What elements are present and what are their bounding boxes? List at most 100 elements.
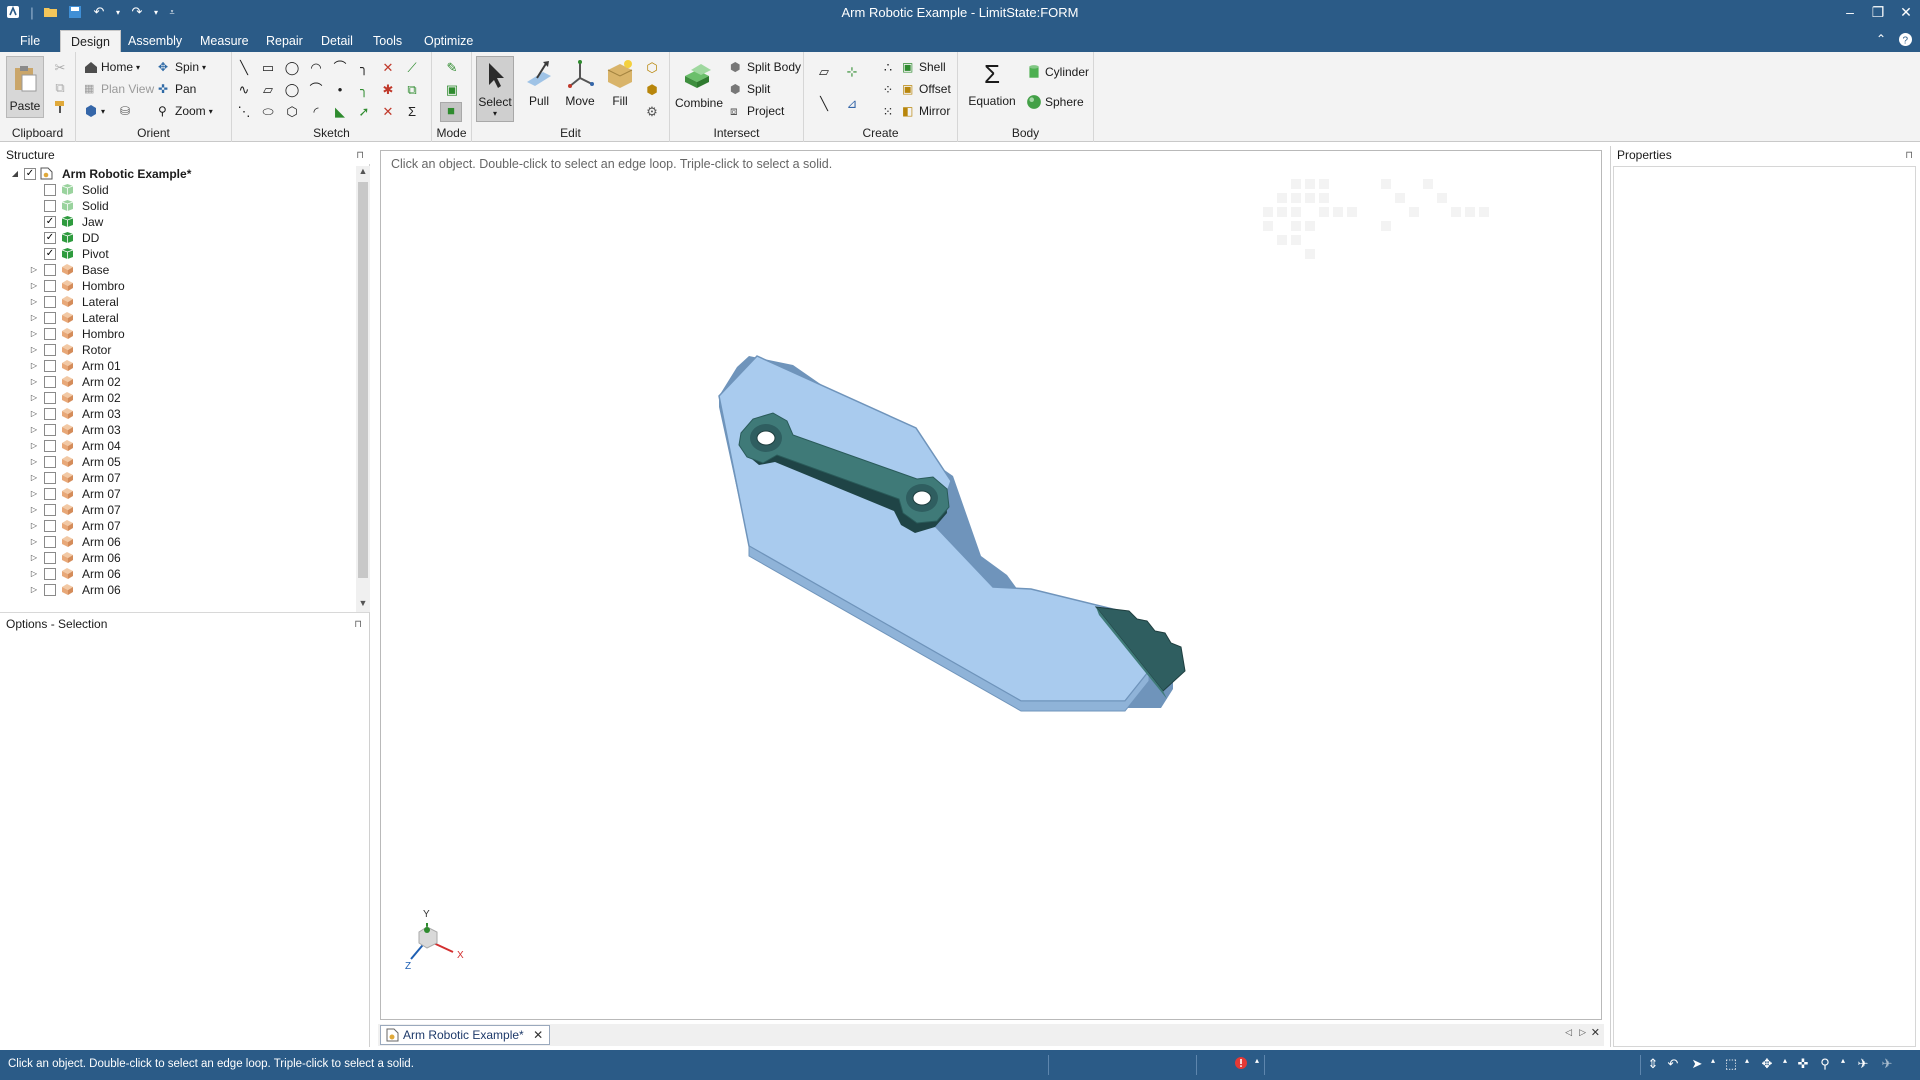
component-row[interactable]: ▷ Arm 02 (0, 374, 354, 390)
split-button[interactable]: ⬢ Split (730, 82, 770, 96)
visibility-checkbox[interactable] (44, 184, 56, 196)
three-point-arc-icon[interactable]: ◜ (308, 104, 324, 120)
split-body-button[interactable]: ⬢ Split Body (730, 60, 801, 74)
component-row[interactable]: ▷ Arm 06 (0, 566, 354, 582)
measure-alt-icon[interactable]: ✈ (1878, 1056, 1896, 1074)
expand-arrow-icon[interactable]: ▷ (29, 406, 39, 422)
component-row[interactable]: ▷ Base (0, 262, 354, 278)
visibility-checkbox[interactable] (44, 456, 56, 468)
component-row[interactable]: ▷ Hombro (0, 278, 354, 294)
move-sketch-icon[interactable]: ⧉ (404, 82, 420, 98)
fill-button[interactable]: Fill (602, 58, 638, 108)
visibility-checkbox[interactable] (44, 312, 56, 324)
blend-icon[interactable]: ⬡ (644, 60, 660, 76)
expand-arrow-icon[interactable]: ▷ (29, 566, 39, 582)
paste-button[interactable]: Paste (6, 56, 44, 118)
offset-curve-icon[interactable]: ╮ (356, 82, 372, 98)
visibility-checkbox[interactable] (44, 392, 56, 404)
component-row[interactable]: ▷ Arm 06 (0, 534, 354, 550)
expand-arrow-icon[interactable]: ▷ (29, 470, 39, 486)
expand-arrow-icon[interactable]: ▷ (29, 454, 39, 470)
help-icon[interactable]: ? (1898, 32, 1913, 50)
restore-button[interactable]: ❐ (1864, 0, 1892, 24)
expand-arrow-icon[interactable]: ▷ (29, 342, 39, 358)
tab-measure[interactable]: Measure (190, 30, 259, 52)
status-zoom-icon[interactable]: ⚲ (1816, 1056, 1834, 1074)
document-tab[interactable]: Arm Robotic Example* ✕ (380, 1025, 551, 1045)
minimize-button[interactable]: – (1836, 0, 1864, 24)
visibility-checkbox[interactable]: ✓ (44, 232, 56, 244)
structure-scrollbar[interactable]: ▲ ▼ (356, 166, 370, 612)
visibility-checkbox[interactable] (44, 376, 56, 388)
tangent-arc-tool-icon[interactable]: ⌒ (332, 60, 348, 76)
pin-icon[interactable]: ⊓ (356, 147, 364, 165)
body-row[interactable]: Solid (0, 198, 354, 214)
component-row[interactable]: ▷ Arm 07 (0, 502, 354, 518)
tab-repair[interactable]: Repair (256, 30, 313, 52)
component-row[interactable]: ▷ Arm 06 (0, 550, 354, 566)
body-row[interactable]: Solid (0, 182, 354, 198)
component-row[interactable]: ▷ Arm 05 (0, 454, 354, 470)
arc-tool-icon[interactable]: ◠ (308, 60, 324, 76)
pan-button[interactable]: ✜ Pan (158, 82, 196, 96)
visibility-checkbox[interactable] (44, 296, 56, 308)
expand-arrow-icon[interactable]: ▷ (29, 278, 39, 294)
component-row[interactable]: ▷ Lateral (0, 294, 354, 310)
component-row[interactable]: ▷ Arm 01 (0, 358, 354, 374)
visibility-checkbox[interactable]: ✓ (44, 216, 56, 228)
status-pan-icon[interactable]: ✜ (1794, 1056, 1812, 1074)
component-row[interactable]: ▷ Hombro (0, 326, 354, 342)
axis-point-icon[interactable]: ⊹ (844, 64, 860, 80)
rectangle-tool-icon[interactable]: ▭ (260, 60, 276, 76)
corner-arc-tool-icon[interactable]: ╮ (356, 60, 372, 76)
bend-tool-icon[interactable]: ➚ (356, 104, 372, 120)
component-row[interactable]: ▷ Arm 03 (0, 406, 354, 422)
circle-tool-icon[interactable]: ◯ (284, 60, 300, 76)
tab-detail[interactable]: Detail (311, 30, 363, 52)
circular-pattern-icon[interactable]: ⁘ (880, 82, 896, 98)
replace-face-icon[interactable]: ⬢ (644, 82, 660, 98)
expand-arrow-icon[interactable]: ▷ (29, 390, 39, 406)
cut-icon[interactable]: ✂ (52, 60, 68, 76)
view-cube-button[interactable]: ▾ (84, 104, 105, 118)
visibility-checkbox[interactable]: ✓ (44, 248, 56, 260)
body-row[interactable]: ✓ Jaw (0, 214, 354, 230)
close-window-button[interactable]: ✕ (1892, 0, 1920, 24)
visibility-checkbox[interactable] (44, 504, 56, 516)
pin-icon[interactable]: ⊓ (1905, 147, 1913, 165)
expand-arrow-icon[interactable]: ▷ (29, 582, 39, 598)
measure-icon[interactable]: ✈ (1854, 1056, 1872, 1074)
expand-arrow-icon[interactable]: ▷ (29, 534, 39, 550)
component-row[interactable]: ▷ Arm 04 (0, 438, 354, 454)
sweep-arc-tool-icon[interactable]: ⌒ (308, 82, 324, 98)
body-row[interactable]: ✓ DD (0, 230, 354, 246)
section-mode-icon[interactable]: ▣ (444, 82, 460, 98)
ellipse-tool-icon[interactable]: ⬭ (260, 104, 276, 120)
expand-arrow-icon[interactable]: ▷ (29, 486, 39, 502)
select-button[interactable]: Select ▾ (476, 56, 514, 122)
visibility-checkbox[interactable]: ✓ (24, 168, 36, 180)
visibility-checkbox[interactable] (44, 344, 56, 356)
sketch-mode-icon[interactable]: ✎ (444, 60, 460, 76)
project-curve-icon[interactable]: ◣ (332, 104, 348, 120)
component-row[interactable]: ▷ Arm 07 (0, 470, 354, 486)
visibility-checkbox[interactable] (44, 360, 56, 372)
visibility-checkbox[interactable] (44, 200, 56, 212)
fill-pattern-icon[interactable]: ⁙ (880, 104, 896, 120)
plane-icon[interactable]: ▱ (816, 64, 832, 80)
equation-button[interactable]: Σ Equation (964, 58, 1020, 108)
linear-pattern-icon[interactable]: ∴ (880, 60, 896, 76)
expand-arrow-icon[interactable]: ▷ (29, 502, 39, 518)
visibility-checkbox[interactable] (44, 328, 56, 340)
expand-arrow-icon[interactable]: ▷ (29, 550, 39, 566)
status-spin-icon[interactable]: ✥ (1758, 1056, 1776, 1074)
component-row[interactable]: ▷ Arm 02 (0, 390, 354, 406)
spin-button[interactable]: ✥ Spin ▾ (158, 60, 206, 74)
box-select-dropdown-icon[interactable]: ▴ (1738, 1056, 1756, 1074)
zoom-dropdown-icon[interactable]: ▴ (1834, 1056, 1852, 1074)
axis-line-icon[interactable]: ╲ (816, 96, 832, 112)
cylinder-button[interactable]: Cylinder (1026, 64, 1089, 80)
spin-dropdown-icon[interactable]: ▴ (1776, 1056, 1794, 1074)
combine-button[interactable]: Combine (674, 60, 724, 110)
home-button[interactable]: Home ▾ (84, 60, 140, 74)
